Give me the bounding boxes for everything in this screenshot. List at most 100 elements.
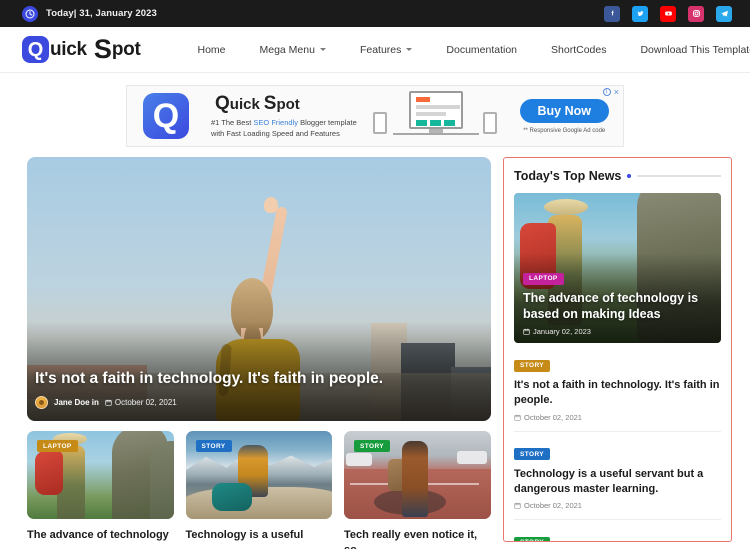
avatar bbox=[35, 396, 48, 409]
sidebar-news-date-label: October 02, 2021 bbox=[524, 501, 582, 511]
sidebar-news-item[interactable]: STORY It's not a faith in technology. It… bbox=[514, 343, 721, 432]
site-logo[interactable]: Q uick S pot bbox=[22, 34, 141, 64]
ad-banner-wrapper: i × Q Quick Spot #1 The Best SEO Friendly… bbox=[0, 73, 750, 157]
ad-sub-seo: SEO Friendly bbox=[253, 117, 298, 127]
logo-q-mark: Q bbox=[22, 36, 49, 63]
youtube-icon[interactable] bbox=[660, 5, 676, 22]
post-card-badge[interactable]: STORY bbox=[354, 440, 391, 452]
nav-label: ShortCodes bbox=[551, 43, 607, 56]
post-card[interactable]: LAPTOP The advance of technology bbox=[27, 431, 174, 549]
nav-label: Documentation bbox=[446, 43, 518, 56]
post-card-image: STORY bbox=[344, 431, 491, 519]
ad-illustration bbox=[371, 88, 499, 144]
sidebar-news-badge[interactable]: STORY bbox=[514, 359, 551, 372]
sidebar-news-date: October 02, 2021 bbox=[514, 413, 721, 422]
today-date-group: Today| 31, January 2023 bbox=[22, 5, 157, 22]
buy-now-button[interactable]: Buy Now bbox=[519, 98, 609, 123]
facebook-icon[interactable] bbox=[604, 5, 620, 22]
post-card-title[interactable]: Tech really even notice it, so bbox=[344, 528, 491, 549]
logo-s-mark: S bbox=[93, 34, 112, 64]
ad-controls: i × bbox=[602, 88, 619, 97]
telegram-icon[interactable] bbox=[716, 5, 732, 22]
post-card[interactable]: STORY Technology is a useful bbox=[185, 431, 333, 549]
ad-subtitle: #1 The Best SEO Friendly Blogger templat… bbox=[211, 118, 357, 140]
ad-title-q: Q bbox=[215, 92, 230, 114]
post-card-image: LAPTOP bbox=[27, 431, 174, 519]
sidebar-featured-text: LAPTOP The advance of technology is base… bbox=[523, 267, 712, 336]
hero-date-label: October 02, 2021 bbox=[114, 398, 177, 407]
nav-item-download-this-template[interactable]: Download This Template bbox=[623, 44, 750, 56]
hero-post-date: October 02, 2021 bbox=[105, 398, 177, 407]
post-card-badge[interactable]: STORY bbox=[195, 440, 232, 452]
nav-item-mega-menu[interactable]: Mega Menu bbox=[243, 44, 343, 56]
instagram-icon[interactable] bbox=[688, 5, 704, 22]
sidebar-title: Today's Top News bbox=[514, 169, 622, 183]
sidebar-news-date: October 02, 2021 bbox=[514, 501, 721, 510]
sidebar-featured-title[interactable]: The advance of technology is based on ma… bbox=[523, 290, 712, 323]
nav-item-home[interactable]: Home bbox=[180, 44, 242, 56]
nav-label: Mega Menu bbox=[259, 43, 315, 56]
sidebar-news-date-label: October 02, 2021 bbox=[524, 412, 582, 422]
hero-post-author[interactable]: Jane Doe in bbox=[54, 398, 99, 407]
ad-note: ** Responsive Google Ad code bbox=[523, 127, 606, 134]
post-card-title[interactable]: Technology is a useful bbox=[186, 528, 333, 543]
nav-item-features[interactable]: Features bbox=[343, 44, 429, 56]
nav-item-documentation[interactable]: Documentation bbox=[429, 44, 534, 56]
social-links bbox=[604, 5, 732, 22]
ad-banner[interactable]: i × Q Quick Spot #1 The Best SEO Friendly… bbox=[126, 85, 624, 147]
post-card-badge[interactable]: LAPTOP bbox=[37, 440, 78, 452]
hero-text-block: It's not a faith in technology. It's fai… bbox=[35, 370, 481, 409]
post-card[interactable]: STORY Tech really even notice it, so bbox=[344, 431, 491, 549]
top-bar: Today| 31, January 2023 bbox=[0, 0, 750, 27]
main-content: It's not a faith in technology. It's fai… bbox=[0, 157, 750, 549]
device-left-icon bbox=[373, 112, 388, 134]
today-date-label: Today| 31, January 2023 bbox=[46, 8, 157, 19]
ad-title-uick: uick bbox=[229, 95, 260, 113]
ad-title-pot: pot bbox=[276, 95, 300, 113]
post-card-title[interactable]: The advance of technology bbox=[27, 528, 174, 543]
sidebar-featured-badge[interactable]: LAPTOP bbox=[523, 272, 564, 285]
sidebar-featured-date: January 02, 2023 bbox=[523, 327, 712, 336]
ad-cta-group: Buy Now ** Responsive Google Ad code bbox=[519, 98, 609, 134]
calendar-icon bbox=[523, 328, 530, 335]
hero-post[interactable]: It's not a faith in technology. It's fai… bbox=[27, 157, 491, 421]
chevron-down-icon bbox=[319, 48, 326, 51]
posts-column: It's not a faith in technology. It's fai… bbox=[27, 157, 491, 549]
calendar-icon bbox=[514, 503, 521, 510]
ad-close-icon[interactable]: × bbox=[614, 88, 619, 97]
nav-label: Download This Template bbox=[640, 43, 750, 56]
hero-post-title[interactable]: It's not a faith in technology. It's fai… bbox=[35, 370, 481, 389]
ad-title-s: S bbox=[263, 92, 277, 114]
sidebar-news-title[interactable]: Technology is a useful servant but a dan… bbox=[514, 467, 721, 497]
ad-sub-pre: #1 The Best bbox=[211, 117, 254, 127]
sidebar-news-item[interactable]: STORY Technology is a useful servant but… bbox=[514, 432, 721, 521]
post-card-image: STORY bbox=[185, 431, 332, 519]
sidebar-featured-post[interactable]: LAPTOP The advance of technology is base… bbox=[514, 193, 721, 343]
ad-info-icon[interactable]: i bbox=[602, 88, 611, 96]
sidebar-news-badge[interactable]: STORY bbox=[514, 536, 551, 541]
sidebar-news-title[interactable]: It's not a faith in technology. It's fai… bbox=[514, 378, 721, 408]
nav-label: Home bbox=[197, 43, 226, 56]
ad-sub-post: Blogger template bbox=[298, 117, 357, 127]
calendar-icon bbox=[514, 414, 521, 421]
ad-logo: Q bbox=[143, 93, 189, 139]
logo-text-spot: pot bbox=[111, 38, 141, 60]
nav-label: Features bbox=[359, 43, 402, 56]
sidebar-news-badge[interactable]: STORY bbox=[514, 448, 551, 461]
logo-text-quick: uick bbox=[50, 38, 87, 60]
twitter-icon[interactable] bbox=[632, 5, 648, 22]
ad-title: Quick Spot bbox=[211, 93, 357, 115]
main-navigation: Home Mega Menu Features Documentation Sh… bbox=[180, 44, 750, 56]
todays-top-news-sidebar: Today's Top News LAPTOP The advance of t… bbox=[503, 157, 732, 542]
chevron-down-icon bbox=[406, 48, 413, 51]
sidebar-news-item[interactable]: STORY Tech really even notice it, so it'… bbox=[514, 520, 721, 541]
nav-item-shortcodes[interactable]: ShortCodes bbox=[534, 44, 623, 56]
clock-icon bbox=[22, 5, 38, 22]
ad-copy: Quick Spot #1 The Best SEO Friendly Blogg… bbox=[211, 93, 357, 140]
sidebar-dot-icon bbox=[627, 174, 632, 178]
hero-post-meta: Jane Doe in October 02, 2021 bbox=[35, 396, 481, 409]
sidebar-rule bbox=[637, 175, 721, 177]
sidebar-featured-date-label: January 02, 2023 bbox=[533, 327, 591, 336]
device-right-icon bbox=[483, 112, 498, 134]
sidebar-header: Today's Top News bbox=[514, 169, 721, 183]
